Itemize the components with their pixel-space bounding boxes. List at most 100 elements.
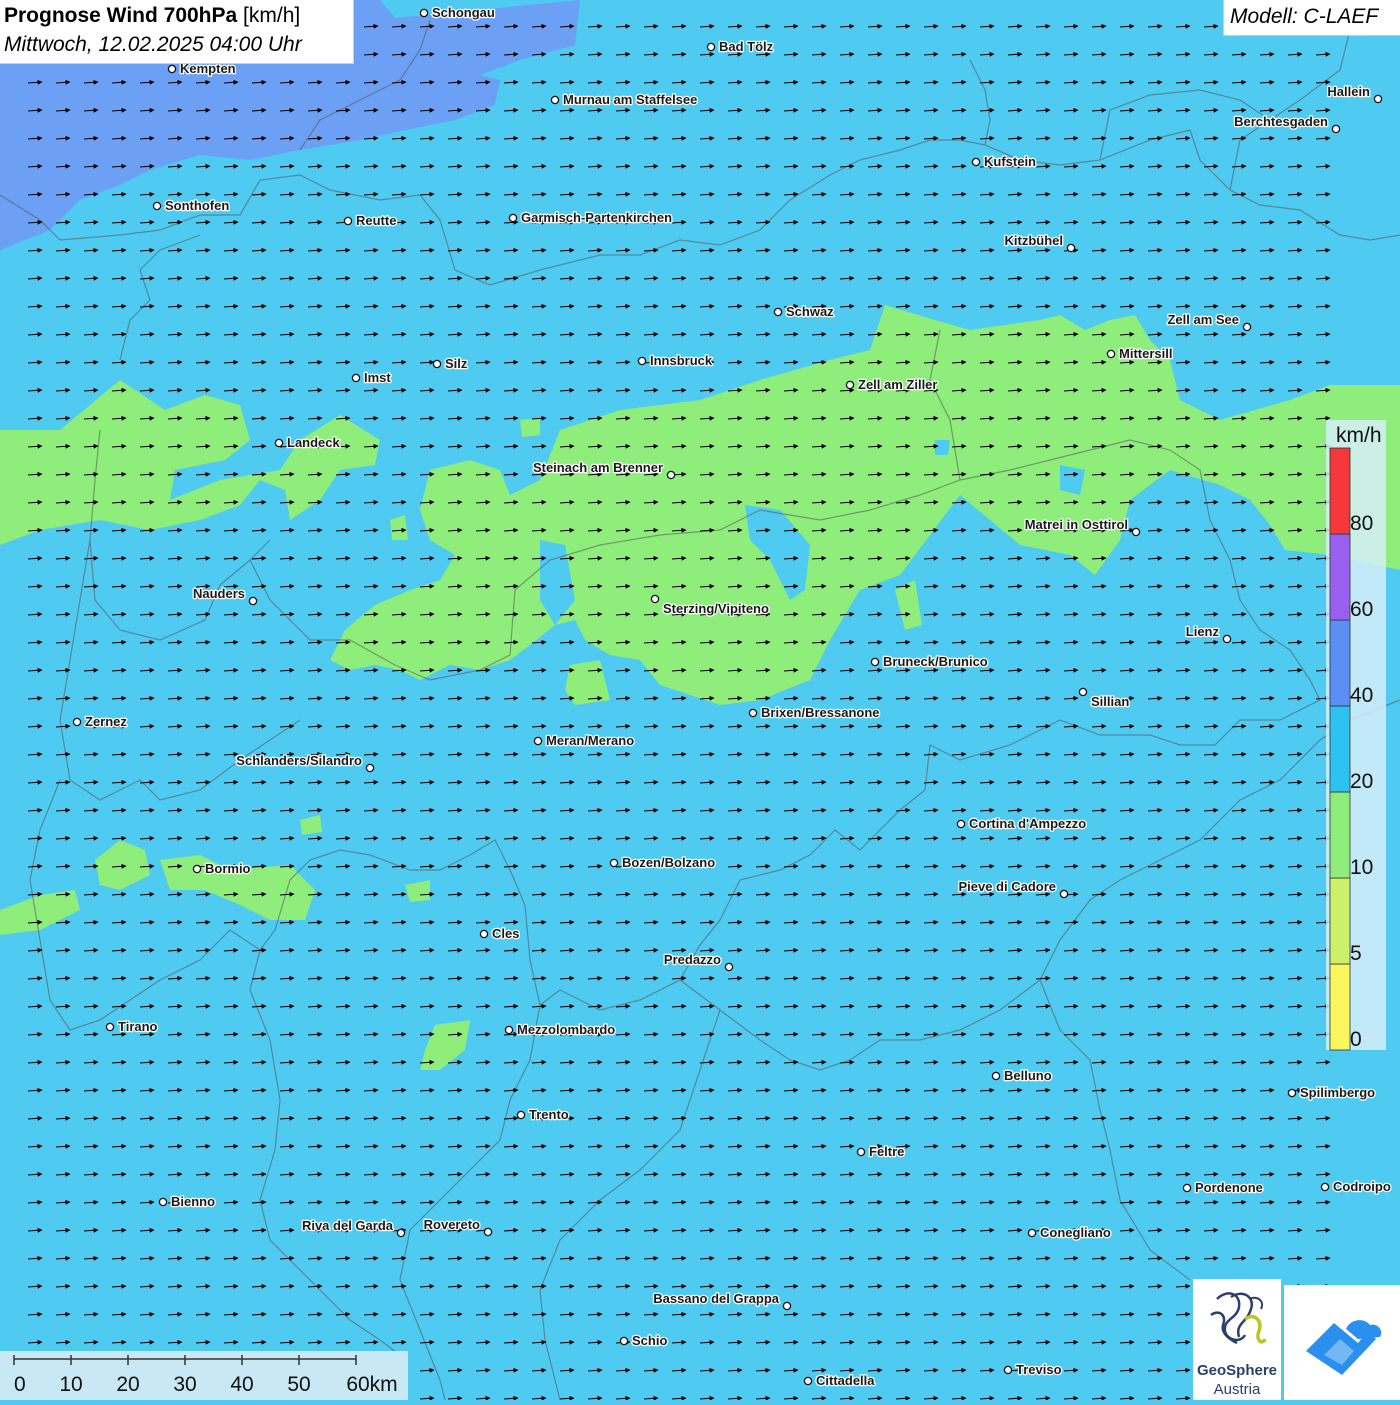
city-label: Bormio (205, 861, 251, 876)
moderate-wind-area (520, 418, 540, 437)
city-label: Sillian (1091, 694, 1129, 709)
city-label: Trento (529, 1107, 569, 1122)
city-label: Predazzo (664, 952, 721, 967)
city-marker: Bozen/Bolzano (609, 854, 716, 871)
city-marker: Innsbruck (637, 352, 714, 369)
city-label: Schwaz (786, 304, 834, 319)
city-marker: Meran/Merano (533, 732, 635, 749)
legend-swatch (1329, 791, 1351, 879)
city-dot (991, 1071, 1001, 1081)
city-dot (274, 438, 284, 448)
geosphere-emblem-icon (1210, 1292, 1267, 1345)
legend-value: 10 (1350, 856, 1373, 879)
city-dot (870, 657, 880, 667)
city-label: Brixen/Bressanone (761, 705, 880, 720)
city-label: Kufstein (984, 154, 1036, 169)
city-dot (650, 594, 660, 604)
legend-value: 20 (1350, 770, 1373, 793)
city-dot (1106, 349, 1116, 359)
city-label: Mezzolombardo (517, 1022, 615, 1037)
city-label: Bienno (171, 1194, 215, 1209)
city-dot (782, 1301, 792, 1311)
city-label: Bruneck/Brunico (883, 654, 988, 669)
city-label: Reutte (356, 213, 396, 228)
city-label: Schio (632, 1333, 667, 1348)
city-label: Nauders (193, 586, 245, 601)
city-marker: Conegliano (1027, 1224, 1112, 1241)
model-label: Modell: C-LAEF (1230, 5, 1379, 28)
city-dot (803, 1376, 813, 1386)
city-dot (248, 596, 258, 606)
city-label: Zell am Ziller (858, 377, 937, 392)
city-dot (619, 1336, 629, 1346)
city-dot (72, 717, 82, 727)
city-dot (666, 470, 676, 480)
scale-label: 50 (287, 1373, 310, 1396)
city-dot (1059, 889, 1069, 899)
city-label: Innsbruck (650, 353, 713, 368)
legend-unit: km/h (1336, 424, 1382, 447)
app-logo[interactable] (1284, 1285, 1400, 1400)
city-label: Lienz (1186, 624, 1220, 639)
scale-label: 20 (116, 1373, 139, 1396)
city-label: Pordenone (1195, 1180, 1263, 1195)
legend: km/h 0 5 10 20 40 60 80 (1326, 420, 1386, 1051)
title-unit: [km/h] (243, 4, 301, 27)
app-weather-icon (1306, 1320, 1382, 1375)
city-label: Kitzbühel (1005, 233, 1064, 248)
map-title: Prognose Wind 700hPa [km/h] (4, 4, 301, 27)
scale-label: 40 (230, 1373, 253, 1396)
city-label: Sterzing/Vipiteno (663, 601, 769, 616)
legend-swatch (1329, 447, 1351, 535)
city-dot (1373, 94, 1383, 104)
city-marker: Sonthofen (152, 197, 231, 214)
geosphere-logo-line2: Austria (1213, 1381, 1261, 1398)
city-dot (152, 201, 162, 211)
city-label: Belluno (1004, 1068, 1052, 1083)
city-label: Garmisch-Partenkirchen (521, 210, 672, 225)
city-label: Schongau (432, 5, 495, 20)
city-label: Feltre (869, 1144, 904, 1159)
legend-swatch (1329, 963, 1351, 1051)
city-dot (516, 1110, 526, 1120)
city-marker: Pordenone (1182, 1179, 1264, 1196)
city-label: Bozen/Bolzano (622, 855, 715, 870)
city-dot (1331, 124, 1341, 134)
city-label: Zell am See (1167, 312, 1239, 327)
city-label: Cortina d'Ampezzo (969, 816, 1086, 831)
city-marker: Garmisch-Partenkirchen (508, 209, 673, 226)
city-dot (1320, 1182, 1330, 1192)
scale-bar-graphic: 0 10 20 30 40 50 60km (13, 1355, 398, 1396)
scale-label: 0 (14, 1373, 26, 1396)
legend-swatch (1329, 877, 1351, 965)
city-marker: Zell am Ziller (845, 376, 939, 393)
city-marker: Mezzolombardo (504, 1021, 617, 1038)
city-label: Landeck (287, 435, 341, 450)
city-dot (396, 1228, 406, 1238)
legend-value: 0 (1350, 1028, 1362, 1051)
city-label: Sonthofen (165, 198, 229, 213)
city-dot (1003, 1365, 1013, 1375)
city-label: Schlanders/Silandro (236, 753, 362, 768)
city-dot (1078, 687, 1088, 697)
city-label: Codroipo (1333, 1179, 1391, 1194)
city-dot (105, 1022, 115, 1032)
city-dot (724, 962, 734, 972)
city-dot (550, 95, 560, 105)
legend-value: 60 (1350, 598, 1373, 621)
city-marker: Murnau am Staffelsee (550, 91, 699, 108)
city-dot (856, 1147, 866, 1157)
city-dot (1131, 527, 1141, 537)
scale-label: 60km (346, 1373, 397, 1396)
city-label: Pieve di Cadore (958, 879, 1056, 894)
city-label: Meran/Merano (546, 733, 634, 748)
geosphere-logo-line1: GeoSphere (1196, 1362, 1278, 1379)
scale-label: 30 (173, 1373, 196, 1396)
scale-label: 10 (59, 1373, 82, 1396)
legend-swatch (1329, 533, 1351, 621)
city-marker: Cortina d'Ampezzo (956, 815, 1088, 832)
city-marker: Spilimbergo (1287, 1084, 1376, 1101)
city-label: Silz (445, 356, 468, 371)
map-subtitle: Mittwoch, 12.02.2025 04:00 Uhr (4, 33, 302, 56)
legend-swatch (1329, 619, 1351, 707)
